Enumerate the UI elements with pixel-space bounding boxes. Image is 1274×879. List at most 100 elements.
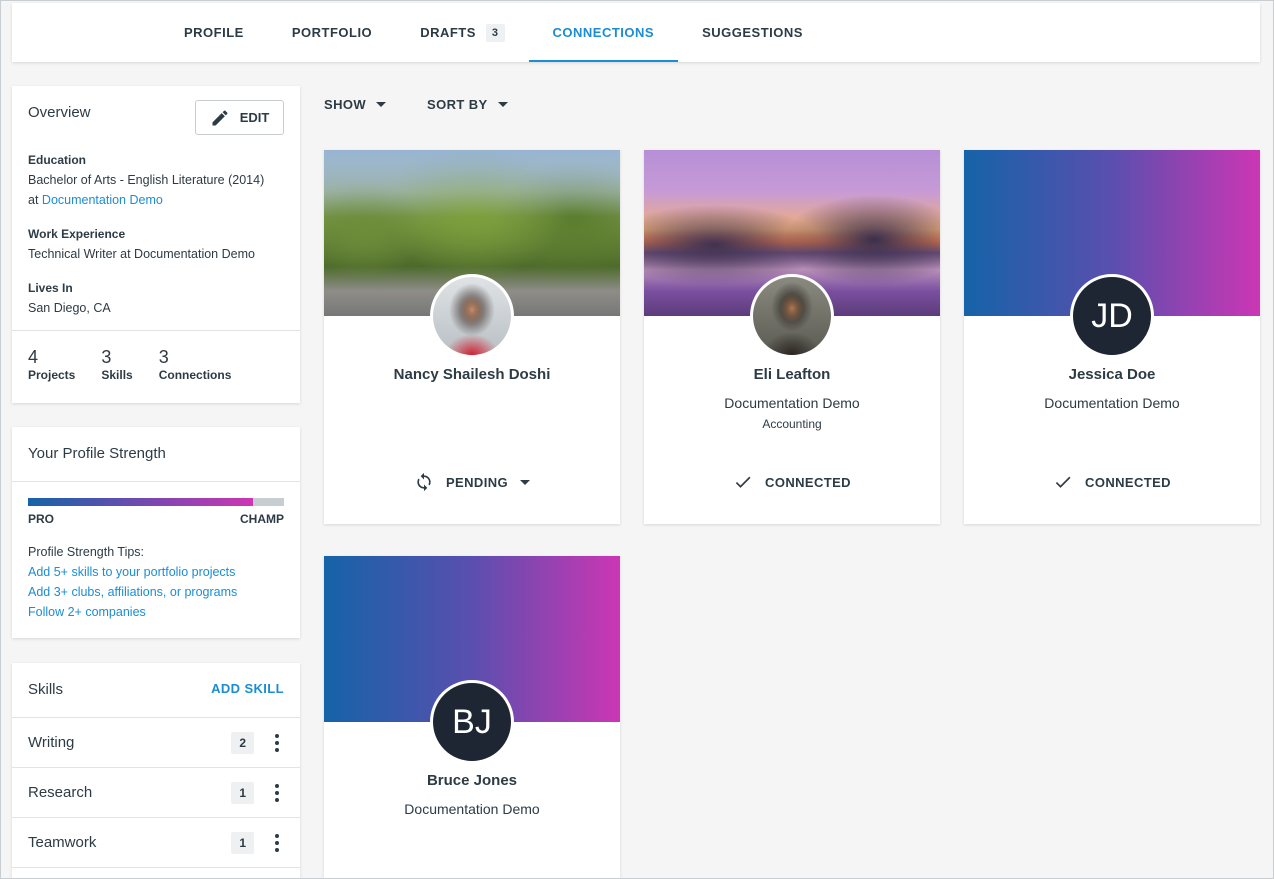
work-value: Technical Writer at Documentation Demo bbox=[28, 247, 255, 261]
stat-number: 4 bbox=[28, 347, 39, 367]
tab-label: PROFILE bbox=[184, 25, 244, 40]
tab-label: SUGGESTIONS bbox=[702, 25, 803, 40]
status-label: PENDING bbox=[445, 474, 509, 490]
connection-name: Eli Leafton bbox=[753, 366, 831, 383]
connection-org: Documentation Demo bbox=[724, 395, 860, 411]
education-label: Education bbox=[28, 153, 87, 167]
stat-connections[interactable]: 3 Connections bbox=[159, 347, 232, 403]
connection-status-connected[interactable]: CONNECTED bbox=[644, 472, 940, 492]
avatar: BJ bbox=[430, 680, 514, 764]
education-section: Education Bachelor of Arts - English Lit… bbox=[28, 150, 284, 210]
education-value: Bachelor of Arts - English Literature (2… bbox=[28, 173, 265, 187]
status-label: CONNECTED bbox=[1085, 474, 1171, 490]
stat-skills[interactable]: 3 Skills bbox=[101, 347, 132, 403]
connection-card[interactable]: BJ Bruce Jones Documentation Demo bbox=[324, 556, 620, 878]
caret-down-icon bbox=[497, 102, 508, 107]
check-icon bbox=[735, 476, 751, 488]
tab-connections[interactable]: CONNECTIONS bbox=[528, 3, 679, 62]
tab-drafts[interactable]: DRAFTS 3 bbox=[396, 3, 528, 62]
top-nav: PROFILE PORTFOLIO DRAFTS 3 CONNECTIONS SU… bbox=[12, 3, 1260, 62]
stat-number: 3 bbox=[101, 347, 112, 367]
stat-number: 3 bbox=[158, 347, 169, 367]
connection-card[interactable]: Eli Leafton Documentation Demo Accountin… bbox=[644, 150, 940, 524]
app-frame: PROFILE PORTFOLIO DRAFTS 3 CONNECTIONS SU… bbox=[0, 0, 1274, 879]
check-icon bbox=[1055, 476, 1071, 488]
avatar-initials: JD bbox=[1091, 296, 1133, 335]
education-school-link[interactable]: Documentation Demo bbox=[42, 193, 163, 207]
kebab-menu-icon[interactable] bbox=[270, 733, 284, 752]
skill-row: Teamwork 1 bbox=[12, 818, 300, 868]
drafts-count-badge: 3 bbox=[485, 23, 505, 42]
stat-label: Projects bbox=[28, 368, 76, 382]
strength-tips: Profile Strength Tips: Add 5+ skills to … bbox=[28, 542, 284, 622]
connection-card[interactable]: Nancy Shailesh Doshi PENDING bbox=[324, 150, 620, 524]
show-filter-dropdown[interactable]: SHOW bbox=[324, 97, 387, 112]
status-label: CONNECTED bbox=[765, 474, 851, 490]
show-filter-label: SHOW bbox=[324, 97, 367, 112]
strength-left-label: PRO bbox=[28, 512, 55, 526]
skill-row: Research 1 bbox=[12, 768, 300, 818]
connection-dept: Accounting bbox=[762, 417, 822, 431]
skill-name: Teamwork bbox=[28, 834, 97, 851]
connection-card[interactable]: JD Jessica Doe Documentation Demo CONNEC… bbox=[964, 150, 1260, 524]
kebab-menu-icon[interactable] bbox=[270, 783, 284, 802]
caret-down-icon bbox=[520, 479, 531, 485]
stat-label: Connections bbox=[158, 368, 232, 382]
avatar bbox=[430, 274, 514, 358]
skill-name: Writing bbox=[28, 734, 75, 751]
edit-button[interactable]: EDIT bbox=[195, 100, 284, 135]
strength-level-labels: PRO CHAMP bbox=[28, 512, 284, 526]
strength-progress-fill bbox=[28, 498, 254, 506]
strength-tip-link[interactable]: Follow 2+ companies bbox=[28, 602, 284, 622]
skill-count-badge: 2 bbox=[231, 731, 254, 754]
education-school: at Documentation Demo bbox=[28, 190, 284, 210]
tab-label: CONNECTIONS bbox=[552, 25, 655, 40]
strength-progress-bar bbox=[28, 498, 284, 506]
kebab-menu-icon[interactable] bbox=[270, 833, 284, 852]
sync-icon bbox=[417, 472, 431, 492]
skills-title: Skills bbox=[28, 681, 64, 698]
stat-projects[interactable]: 4 Projects bbox=[28, 347, 75, 403]
skill-name: Research bbox=[28, 784, 93, 801]
overview-body: Education Bachelor of Arts - English Lit… bbox=[12, 150, 300, 318]
skill-count-badge: 1 bbox=[231, 781, 254, 804]
profile-strength-card: Your Profile Strength PRO CHAMP Profile … bbox=[12, 427, 300, 638]
avatar bbox=[750, 274, 834, 358]
connection-org: Documentation Demo bbox=[1044, 395, 1180, 411]
education-at: at bbox=[28, 193, 39, 207]
profile-strength-title: Your Profile Strength bbox=[12, 427, 300, 482]
skills-header: Skills ADD SKILL bbox=[12, 663, 300, 718]
connection-status-connected[interactable]: CONNECTED bbox=[964, 472, 1260, 492]
strength-tip-link[interactable]: Add 5+ skills to your portfolio projects bbox=[28, 562, 284, 582]
strength-tip-link[interactable]: Add 3+ clubs, affiliations, or programs bbox=[28, 582, 284, 602]
skill-row: Writing 2 bbox=[12, 718, 300, 768]
caret-down-icon bbox=[376, 102, 387, 107]
strength-tips-title: Profile Strength Tips: bbox=[28, 545, 145, 559]
tab-profile[interactable]: PROFILE bbox=[160, 3, 268, 62]
connection-name: Nancy Shailesh Doshi bbox=[393, 366, 551, 383]
lives-label: Lives In bbox=[28, 281, 73, 295]
sort-by-label: SORT BY bbox=[427, 97, 488, 112]
strength-right-label: CHAMP bbox=[240, 512, 284, 526]
connection-status-pending[interactable]: PENDING bbox=[324, 472, 620, 492]
overview-stats: 4 Projects 3 Skills 3 Connections bbox=[12, 330, 300, 403]
connection-name: Jessica Doe bbox=[1068, 366, 1156, 383]
overview-card: Overview EDIT Education Bachelor of Arts… bbox=[12, 86, 300, 403]
connection-org: Documentation Demo bbox=[404, 801, 540, 817]
tab-label: PORTFOLIO bbox=[291, 25, 373, 40]
avatar-initials: BJ bbox=[452, 702, 492, 741]
work-section: Work Experience Technical Writer at Docu… bbox=[28, 224, 284, 264]
avatar: JD bbox=[1070, 274, 1154, 358]
sort-by-dropdown[interactable]: SORT BY bbox=[427, 97, 508, 112]
work-label: Work Experience bbox=[28, 227, 126, 241]
lives-section: Lives In San Diego, CA bbox=[28, 278, 284, 318]
tab-portfolio[interactable]: PORTFOLIO bbox=[268, 3, 396, 62]
tab-suggestions[interactable]: SUGGESTIONS bbox=[678, 3, 827, 62]
connection-name: Bruce Jones bbox=[426, 772, 518, 789]
skill-count-badge: 1 bbox=[231, 831, 254, 854]
skills-card: Skills ADD SKILL Writing 2 Research 1 Te… bbox=[12, 663, 300, 878]
tab-label: DRAFTS bbox=[420, 25, 476, 40]
stat-label: Skills bbox=[101, 368, 133, 382]
add-skill-button[interactable]: ADD SKILL bbox=[211, 681, 284, 717]
pencil-icon bbox=[212, 109, 228, 125]
